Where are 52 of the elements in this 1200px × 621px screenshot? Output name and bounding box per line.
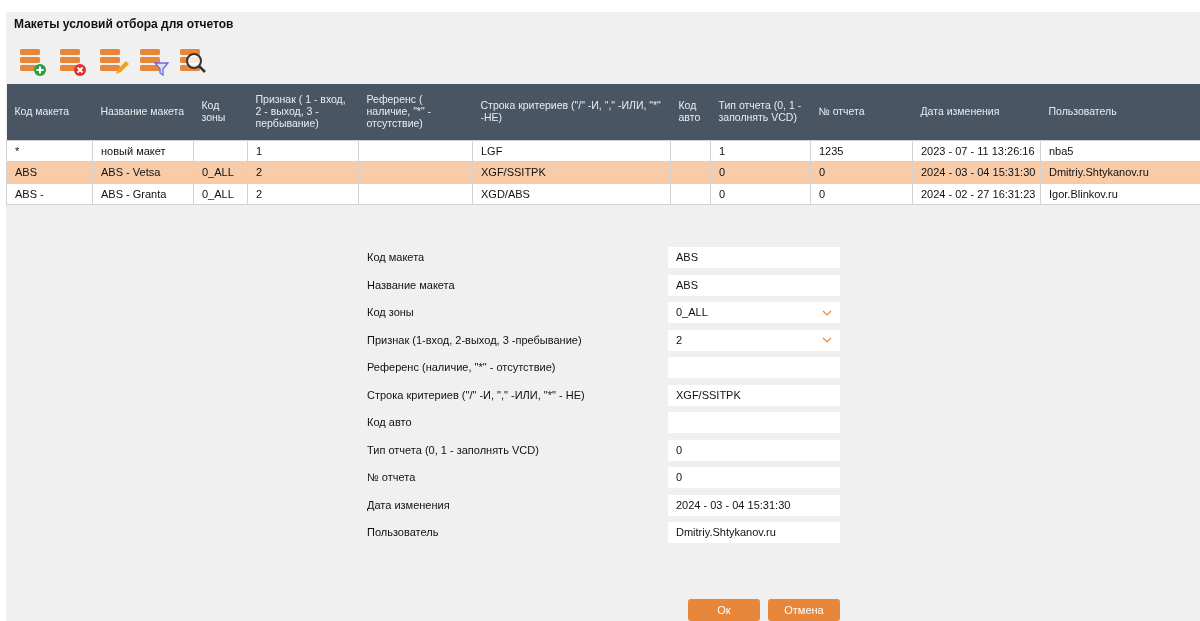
field-label: Код макета: [367, 250, 426, 266]
table-cell: [670, 140, 711, 162]
table-cell: LGF: [472, 140, 671, 162]
field-label: Дата изменения: [367, 497, 451, 513]
table-cell: *: [6, 140, 93, 162]
input-field[interactable]: XGF/SSITPK: [668, 384, 840, 406]
column-header[interactable]: Признак ( 1 - вход, 2 - выход, 3 - пербывание): [247, 84, 359, 140]
table-filter-icon[interactable]: [138, 46, 170, 76]
column-header[interactable]: Код зоны: [193, 84, 248, 140]
column-header[interactable]: Дата изменения: [912, 84, 1041, 140]
column-header[interactable]: Название макета: [92, 84, 194, 140]
column-header[interactable]: Код авто: [670, 84, 711, 140]
table-cell: 1: [247, 140, 359, 162]
input-field[interactable]: 2024 - 03 - 04 15:31:30: [668, 494, 840, 516]
field-label: Название макета: [367, 277, 456, 293]
column-header[interactable]: Референс ( наличие, "*" - отсутствие): [358, 84, 473, 140]
field-label: Тип отчета (0, 1 - заполнять VCD): [367, 442, 540, 458]
dropdown-field[interactable]: 0_ALL: [668, 302, 840, 323]
table-cell: новый макет: [92, 140, 194, 162]
table-cell: ABS -: [6, 183, 93, 205]
table-cell: 1235: [810, 140, 913, 162]
field-label: Код авто: [367, 415, 413, 431]
column-header[interactable]: Тип отчета (0, 1 - заполнять VCD): [710, 84, 811, 140]
table-cell: Dmitriy.Shtykanov.ru: [1040, 161, 1200, 183]
table-cell: [193, 140, 248, 162]
table-cell: 2023 - 07 - 11 13:26:16: [912, 140, 1041, 162]
field-label: Признак (1-вход, 2-выход, 3 -пребывание): [367, 332, 583, 348]
page-title: Макеты условий отбора для отчетов: [13, 16, 235, 33]
chevron-down-icon: [822, 309, 832, 316]
table-cell: XGF/SSITPK: [472, 161, 671, 183]
table-cell: nba5: [1040, 140, 1200, 162]
column-header[interactable]: Код макета: [6, 84, 93, 140]
column-header[interactable]: Пользователь: [1040, 84, 1200, 140]
column-header[interactable]: Строка критериев ("/" -И, "," -ИЛИ, "*" -НЕ): [472, 84, 671, 140]
input-field[interactable]: ABS: [668, 247, 840, 268]
table-edit-icon[interactable]: [98, 46, 130, 76]
input-field[interactable]: Dmitriy.Shtykanov.ru: [668, 522, 840, 543]
dropdown-field[interactable]: 2: [668, 329, 840, 351]
table-cell: Igor.Blinkov.ru: [1040, 183, 1200, 205]
input-field[interactable]: ABS: [668, 274, 840, 296]
input-field[interactable]: 0: [668, 467, 840, 488]
table-cell: XGD/ABS: [472, 183, 671, 205]
table-cell: 1: [710, 140, 811, 162]
field-label: Код зоны: [367, 305, 415, 321]
field-label: Пользователь: [367, 525, 440, 541]
column-header[interactable]: № отчета: [810, 84, 913, 140]
chevron-down-icon: [822, 337, 832, 343]
field-label: Референс (наличие, "*" - отсутствие): [367, 360, 557, 376]
field-label: Строка критериев ("/" -И, "," -ИЛИ, "*" - НЕ): [367, 387, 586, 403]
field-label: № отчета: [367, 470, 417, 486]
table-cell: ABS: [6, 161, 93, 183]
input-field[interactable]: 0: [668, 439, 840, 461]
